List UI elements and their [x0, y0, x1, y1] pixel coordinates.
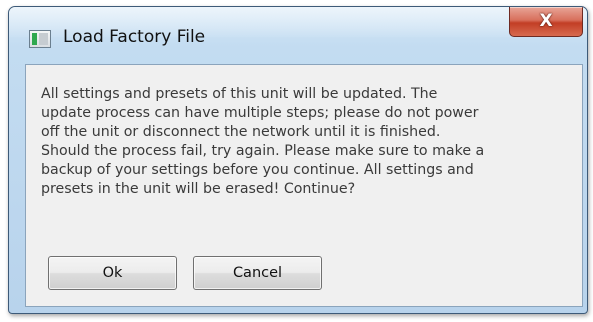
- close-button[interactable]: X: [509, 7, 583, 37]
- message-line: update process can have multiple steps; …: [41, 105, 479, 121]
- message-line: All settings and presets of this unit wi…: [41, 86, 438, 102]
- dialog-title: Load Factory File: [63, 27, 206, 47]
- cancel-button[interactable]: Cancel: [193, 256, 322, 290]
- message-line: presets in the unit will be erased! Cont…: [41, 181, 356, 197]
- dialog-content: All settings and presets of this unit wi…: [25, 64, 583, 307]
- title-bar[interactable]: Load Factory File X: [9, 7, 587, 67]
- message-text: All settings and presets of this unit wi…: [41, 85, 581, 199]
- ok-button[interactable]: Ok: [48, 256, 177, 290]
- message-line: backup of your settings before you conti…: [41, 162, 474, 178]
- message-line: off the unit or disconnect the network u…: [41, 124, 441, 140]
- dialog-window: Load Factory File X All settings and pre…: [8, 6, 588, 314]
- message-line: Should the process fail, try again. Plea…: [41, 143, 485, 159]
- application-icon: [29, 30, 51, 48]
